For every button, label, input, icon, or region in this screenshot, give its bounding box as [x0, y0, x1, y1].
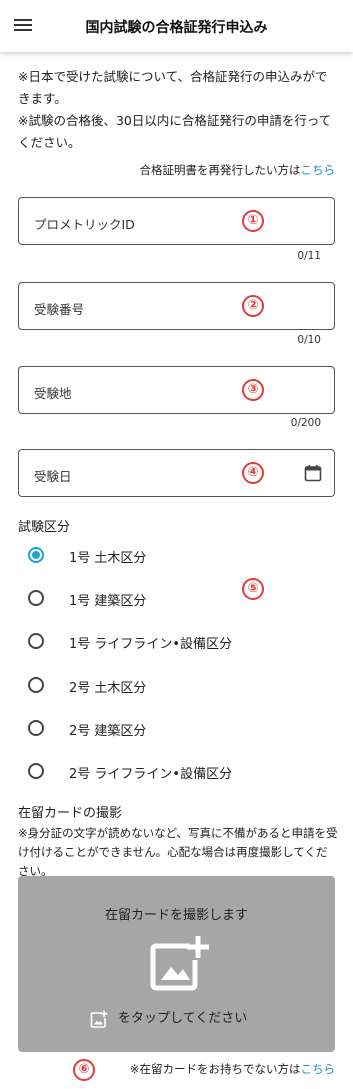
notes: ※日本で受けた試験について、合格証発行の申込みができます。 ※試験の合格後、30…	[18, 66, 338, 154]
calendar-icon[interactable]	[304, 464, 322, 482]
exam-number-label: 受験番号	[34, 302, 85, 317]
category-option[interactable]: 1号 ライフライン•設備区分	[24, 624, 314, 660]
category-option-label: 1号 建築区分	[69, 594, 147, 610]
photo-box-title: 在留カードを撮影します	[104, 908, 248, 923]
note-2: ※試験の合格後、30日以内に合格証発行の申請を行ってください。	[18, 113, 332, 150]
no-card-link[interactable]: こちら	[301, 1062, 336, 1076]
radio-unchecked[interactable]	[28, 763, 44, 779]
card-photo-box[interactable]: 在留カードを撮影します をタップしてください	[18, 876, 335, 1052]
exam-place-field[interactable]: 受験地 ③	[18, 366, 335, 414]
small-add-photo-icon	[90, 1010, 108, 1028]
category-option[interactable]: 2号 土木区分	[24, 668, 314, 704]
exam-date-field[interactable]: 受験日 ④	[18, 449, 335, 497]
reissue-link[interactable]: こちら	[301, 163, 336, 177]
category-option[interactable]: 2号 ライフライン•設備区分	[24, 754, 314, 790]
category-option[interactable]: 1号 建築区分	[24, 581, 314, 617]
tap-instruction: をタップしてください	[90, 1007, 247, 1028]
prometric-id-field[interactable]: プロメトリックID ①	[18, 197, 335, 245]
exam-number-counter: 0/10	[297, 334, 321, 346]
radio-unchecked[interactable]	[28, 676, 44, 693]
reissue-note: 合格証明書を再発行したい方はこちら	[140, 162, 336, 178]
category-option-label: 1号 ライフライン•設備区分	[69, 637, 233, 653]
category-option-label: 1号 土木区分	[69, 551, 147, 566]
exam-place-label: 受験地	[34, 386, 72, 401]
category-title: 試験区分	[18, 520, 71, 535]
badge-6: ⑥	[73, 1059, 95, 1081]
radio-checked[interactable]	[28, 547, 44, 563]
exam-place-counter: 0/200	[290, 417, 321, 429]
prometric-id-counter: 0/11	[297, 250, 321, 262]
badge-4: ④	[242, 462, 264, 484]
radio-unchecked[interactable]	[28, 633, 44, 650]
category-option-label: 2号 土木区分	[69, 680, 147, 696]
badge-2: ②	[242, 295, 264, 317]
no-card-note: ※在留カードをお持ちでない方はこちら	[130, 1061, 335, 1077]
category-option[interactable]: 1号 土木区分	[24, 538, 314, 574]
radio-unchecked[interactable]	[28, 719, 44, 736]
no-card-text: ※在留カードをお持ちでない方は	[129, 1062, 301, 1076]
card-title: 在留カードの撮影	[18, 806, 123, 821]
category-option-label: 2号 建築区分	[69, 723, 147, 739]
app-header: 国内試験の合格証発行申込み	[0, 0, 353, 52]
badge-3: ③	[242, 379, 264, 401]
add-photo-icon	[150, 936, 209, 991]
radio-unchecked[interactable]	[28, 590, 44, 607]
note-1: ※日本で受けた試験について、合格証発行の申込みができます。	[18, 69, 328, 106]
tap-text: をタップしてください	[118, 1011, 248, 1026]
reissue-text: 合格証明書を再発行したい方は	[139, 163, 301, 177]
exam-number-field[interactable]: 受験番号 ②	[18, 282, 335, 330]
prometric-id-label: プロメトリックID	[34, 217, 135, 232]
category-option-label: 2号 ライフライン•設備区分	[69, 767, 233, 782]
exam-date-label: 受験日	[34, 469, 72, 484]
category-option[interactable]: 2号 建築区分	[24, 711, 314, 747]
badge-1: ①	[242, 210, 264, 232]
page-title: 国内試験の合格証発行申込み	[85, 20, 268, 36]
card-description: ※身分証の文字が読めないなど、写真に不備があると申請を受け付けることができません…	[18, 826, 338, 878]
